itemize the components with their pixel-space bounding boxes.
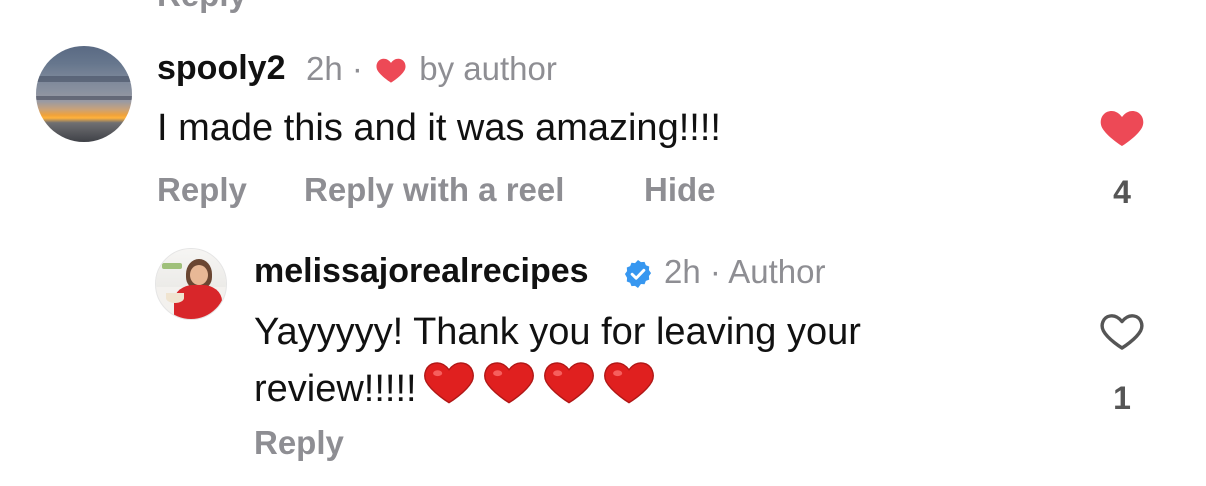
like-button[interactable] — [1098, 308, 1146, 357]
timestamp: 2h — [306, 50, 343, 87]
avatar-melissajorealrecipes[interactable] — [155, 248, 227, 320]
timestamp: 2h — [664, 253, 701, 290]
comment-text-line-1: Yayyyyy! Thank you for leaving your — [254, 311, 861, 353]
red-heart-emoji-icon — [543, 362, 594, 404]
meta-separator: · — [351, 50, 363, 87]
meta-separator: · — [709, 253, 721, 290]
like-count: 1 — [1113, 380, 1131, 416]
heart-filled-icon — [1100, 110, 1144, 146]
verified-badge-icon — [624, 260, 652, 288]
liked-by-author-label: by author — [419, 50, 557, 87]
avatar-spooly2[interactable] — [36, 46, 132, 142]
avatar-bowl — [166, 293, 184, 303]
author-label: Author — [728, 253, 826, 290]
comment-meta: 2h · by author — [306, 50, 557, 88]
comment-meta: 2h · Author — [664, 253, 825, 291]
comment-text-line-2: review!!!!! — [254, 357, 861, 414]
avatar-face — [190, 265, 208, 285]
red-heart-emoji-icon — [483, 362, 534, 404]
liked-by-author-heart-icon — [376, 58, 406, 83]
avatar-cloud-streak — [36, 76, 132, 82]
red-heart-emoji-icon — [423, 362, 474, 404]
reply-with-reel-button[interactable]: Reply with a reel — [304, 171, 564, 209]
hide-button[interactable]: Hide — [644, 171, 716, 209]
avatar-cloud-streak — [36, 96, 132, 100]
comment-text-line-2-text: review!!!!! — [254, 368, 417, 410]
comment-text: I made this and it was amazing!!!! — [157, 107, 721, 149]
avatar-shelf — [162, 263, 182, 269]
avatar-shirt — [174, 285, 222, 319]
red-heart-emoji-icon — [603, 362, 654, 404]
like-button[interactable] — [1098, 104, 1146, 153]
reply-button[interactable]: Reply — [157, 171, 247, 209]
comment-text: Yayyyyy! Thank you for leaving your revi… — [254, 307, 861, 414]
heart-emojis — [417, 362, 657, 408]
heart-outline-icon — [1100, 314, 1144, 350]
previous-comment-reply-link[interactable]: Reply — [157, 0, 247, 11]
like-count: 4 — [1113, 174, 1131, 210]
reply-button[interactable]: Reply — [254, 424, 344, 462]
username[interactable]: melissajorealrecipes — [254, 252, 589, 291]
username[interactable]: spooly2 — [157, 49, 285, 88]
